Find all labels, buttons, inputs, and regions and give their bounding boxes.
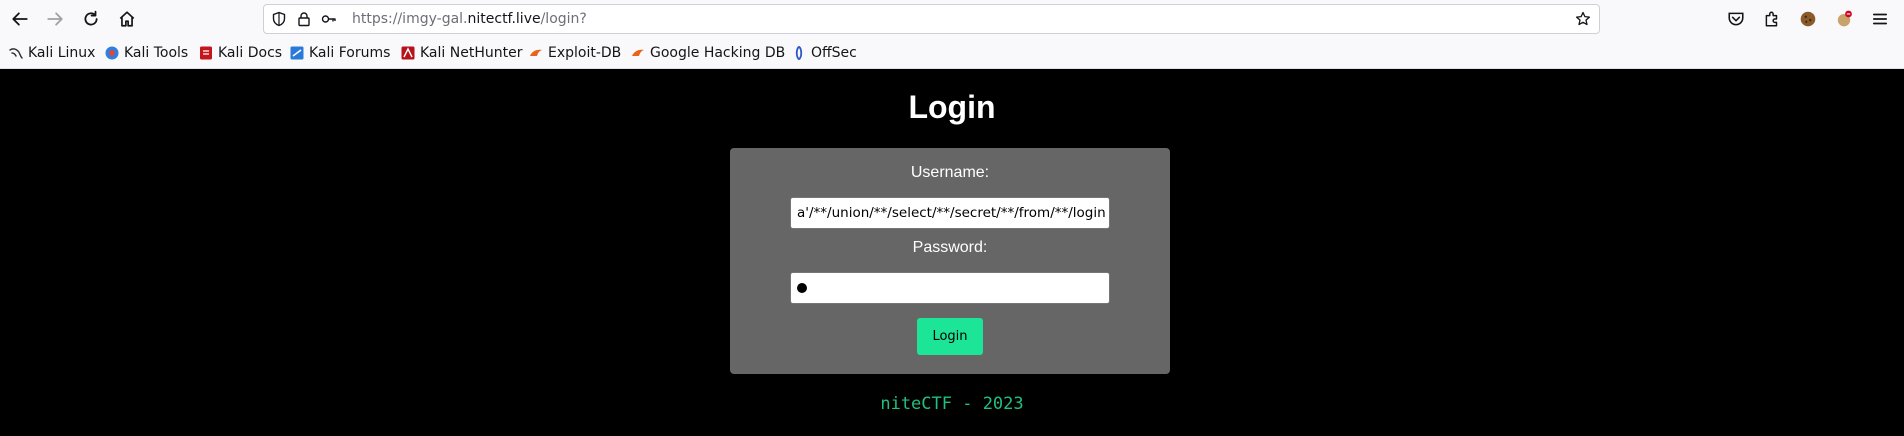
- page-content: Login Username: a'/**/union/**/select/**…: [0, 69, 1904, 436]
- bookmark-label: Google Hacking DB: [650, 45, 786, 61]
- kali-docs-icon: [200, 46, 212, 60]
- login-form: Username: a'/**/union/**/select/**/secre…: [730, 148, 1170, 374]
- offsec-icon: [795, 45, 803, 61]
- key-icon[interactable]: [321, 11, 337, 27]
- password-mask: [797, 283, 807, 293]
- bookmarks-bar: Kali Linux Kali Tools Kali Docs Kali For…: [0, 38, 1904, 69]
- username-input[interactable]: a'/**/union/**/select/**/secret/**/from/…: [790, 197, 1110, 229]
- hamburger-menu-icon: [1872, 13, 1888, 25]
- extensions-button[interactable]: [1760, 7, 1784, 31]
- puzzle-icon: [1765, 11, 1778, 27]
- bookmark-label: Kali Docs: [218, 45, 283, 61]
- bookmark-kali-docs[interactable]: Kali Docs: [198, 44, 282, 62]
- cookie-icon: [1800, 11, 1816, 27]
- exploit-db-icon: [530, 49, 542, 56]
- bookmark-kali-tools[interactable]: Kali Tools: [104, 44, 188, 62]
- back-button[interactable]: [8, 7, 32, 31]
- password-input[interactable]: [790, 272, 1110, 304]
- addon-badge-icon: [1837, 10, 1852, 27]
- forward-arrow-icon: [47, 12, 63, 26]
- bookmark-label: Kali Forums: [309, 45, 391, 61]
- bookmark-label: Kali NetHunter: [420, 45, 523, 61]
- username-label: Username:: [910, 164, 990, 181]
- bookmark-google-hacking-db[interactable]: Google Hacking DB: [630, 44, 785, 62]
- kali-nethunter-icon: [401, 46, 415, 60]
- forward-button[interactable]: [43, 7, 67, 31]
- bookmark-label: Kali Linux: [28, 45, 96, 61]
- bookmark-kali-linux[interactable]: Kali Linux: [8, 44, 95, 62]
- reload-icon: [84, 10, 98, 26]
- kali-dragon-icon: [9, 48, 23, 59]
- footer-text: niteCTF - 2023: [880, 394, 1024, 414]
- bookmark-exploit-db[interactable]: Exploit-DB: [528, 44, 621, 62]
- cookie-extension-button[interactable]: [1796, 7, 1820, 31]
- password-label: Password:: [912, 239, 988, 256]
- reload-button[interactable]: [79, 7, 103, 31]
- shield-icon[interactable]: [271, 11, 287, 27]
- home-icon: [119, 11, 135, 27]
- bookmark-kali-forums[interactable]: Kali Forums: [289, 44, 390, 62]
- home-button[interactable]: [115, 7, 139, 31]
- page-title: Login: [908, 89, 996, 125]
- menu-button[interactable]: [1868, 7, 1892, 31]
- username-value: a'/**/union/**/select/**/secret/**/from/…: [797, 205, 1106, 221]
- bookmark-offsec[interactable]: OffSec: [791, 44, 857, 62]
- ghdb-icon: [632, 49, 644, 56]
- addon-button[interactable]: [1832, 7, 1856, 31]
- url-bar[interactable]: https://imgy-gal.nitectf.live/login?: [263, 4, 1600, 34]
- back-arrow-icon: [12, 12, 28, 26]
- bookmark-kali-nethunter[interactable]: Kali NetHunter: [400, 44, 522, 62]
- kali-tools-icon: [105, 46, 119, 60]
- pocket-button[interactable]: [1724, 7, 1748, 31]
- browser-toolbar: https://imgy-gal.nitectf.live/login?: [0, 0, 1904, 38]
- pocket-icon: [1728, 12, 1744, 26]
- bookmark-label: Exploit-DB: [548, 45, 622, 61]
- login-button[interactable]: Login: [917, 318, 983, 355]
- bookmark-star-icon[interactable]: [1575, 11, 1591, 27]
- kali-forums-icon: [290, 46, 304, 60]
- lock-icon[interactable]: [296, 11, 312, 27]
- bookmark-label: OffSec: [811, 45, 857, 61]
- bookmark-label: Kali Tools: [124, 45, 189, 61]
- url-text[interactable]: https://imgy-gal.nitectf.live/login?: [352, 11, 587, 27]
